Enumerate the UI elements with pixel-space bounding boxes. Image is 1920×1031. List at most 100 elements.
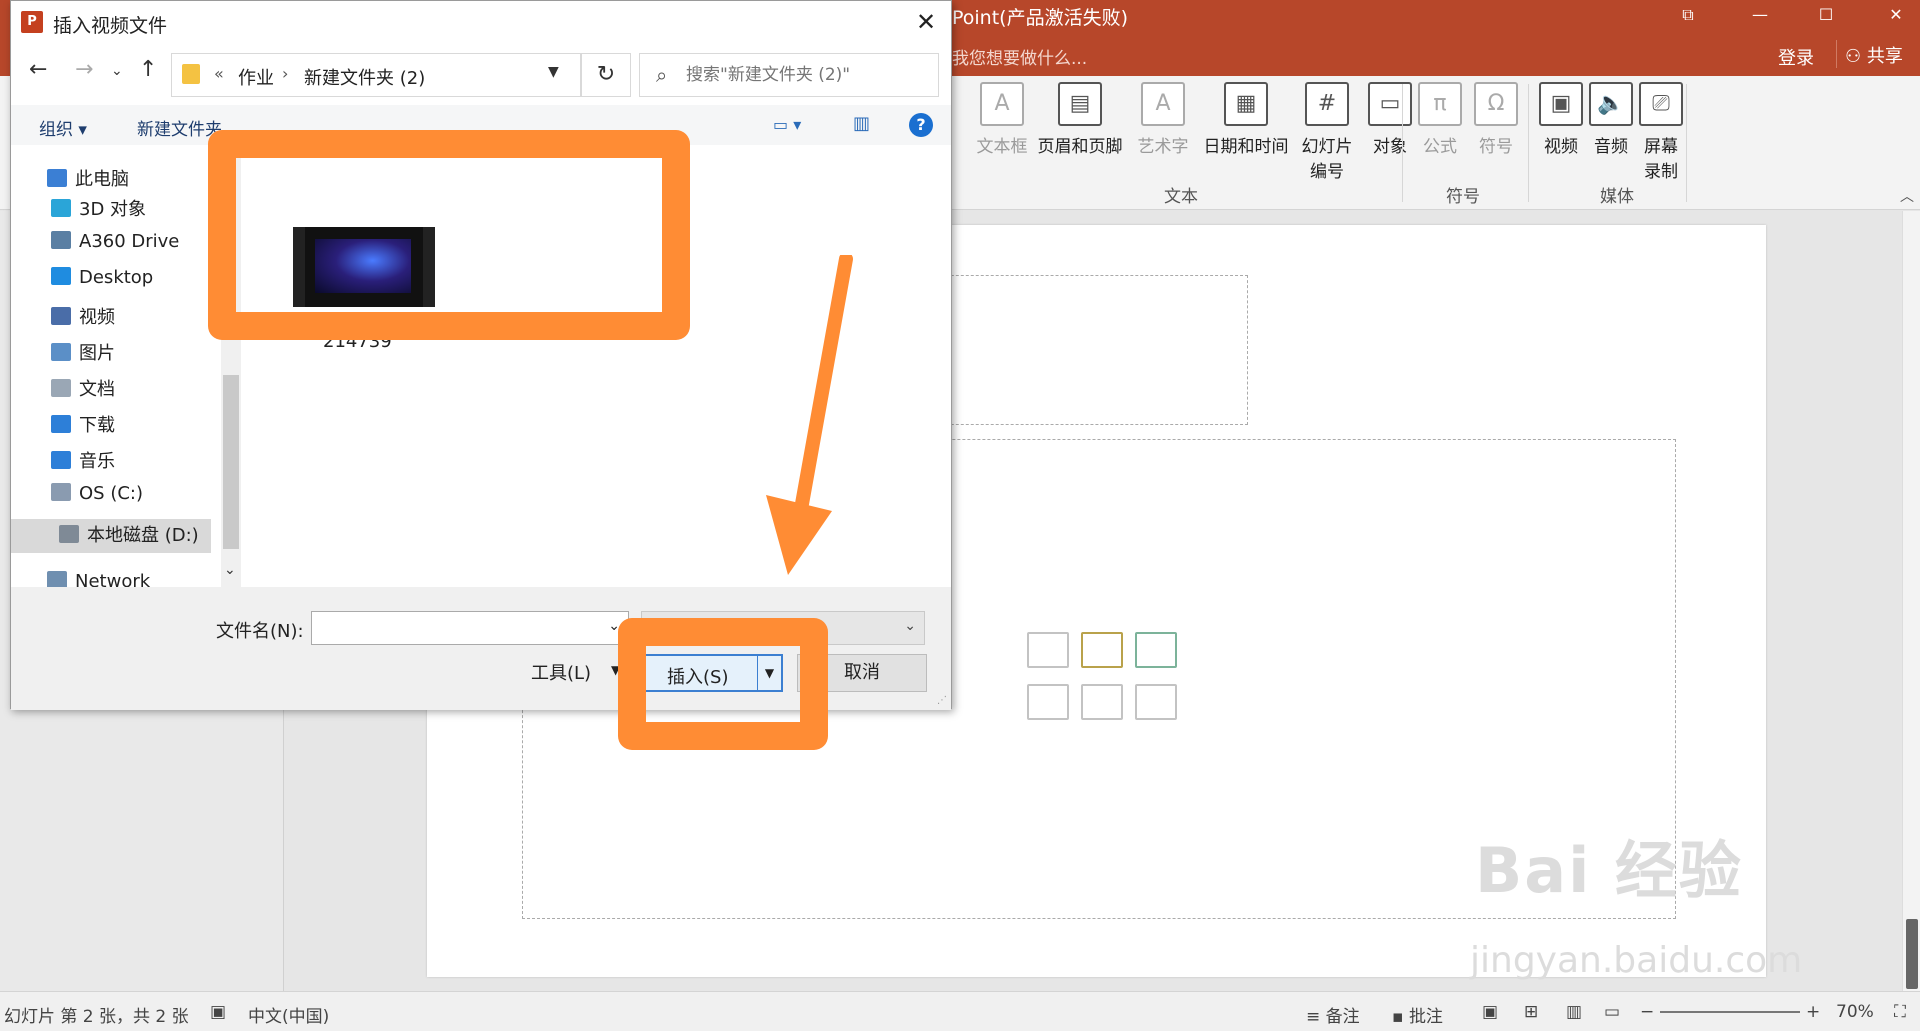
ribbon-button-icon: π <box>1418 82 1462 126</box>
minimize-button[interactable]: — <box>1740 2 1780 28</box>
close-button[interactable]: ✕ <box>1876 2 1916 28</box>
nav-item-label: 此电脑 <box>75 169 129 190</box>
recent-locations-icon[interactable]: ⌄ <box>111 63 123 79</box>
share-button[interactable]: ⚇ 共享 <box>1836 40 1911 68</box>
fit-to-window-icon[interactable]: ⛶ <box>1894 1002 1906 1022</box>
nav-tree-item[interactable]: Desktop <box>51 267 153 288</box>
breadcrumb-segment[interactable]: 新建文件夹 (2) <box>304 64 425 90</box>
annotation-highlight-file <box>208 130 690 340</box>
ribbon-group-label-symbols: 符号 <box>1446 187 1480 207</box>
back-arrow-icon[interactable]: ← <box>29 57 47 82</box>
slide-sorter-icon[interactable]: ⊞ <box>1524 1002 1538 1022</box>
insert-chart-icon[interactable] <box>1081 632 1123 668</box>
notes-button[interactable]: ≡ 备注 <box>1306 1002 1360 1027</box>
nav-tree-item[interactable]: 图片 <box>51 339 115 365</box>
tools-button[interactable]: 工具(L) <box>531 659 591 685</box>
insert-online-picture-icon[interactable] <box>1081 684 1123 720</box>
status-bar: 幻灯片 第 2 张，共 2 张 ▣ 中文(中国) ≡ 备注 ▪ 批注 ▣ ⊞ ▥… <box>0 991 1920 1031</box>
nav-item-label: Desktop <box>79 267 154 288</box>
nav-item-label: 图片 <box>79 343 115 364</box>
nav-item-icon <box>51 343 71 361</box>
ribbon-button-label: 日期和时间 <box>1203 137 1289 157</box>
tell-me-box[interactable]: 我您想要做什么... <box>952 44 1087 69</box>
address-bar[interactable]: « 作业 › 新建文件夹 (2) ▼ <box>171 53 581 97</box>
ribbon-button[interactable]: ⎚ 屏幕 录制 <box>1636 82 1686 182</box>
scroll-thumb[interactable] <box>1906 919 1918 989</box>
ribbon-button[interactable]: 🔈 音频 <box>1586 82 1636 157</box>
insert-picture-icon[interactable] <box>1027 684 1069 720</box>
nav-item-label: 视频 <box>79 307 115 328</box>
breadcrumb-segment[interactable]: 作业 <box>238 64 274 90</box>
zoom-level[interactable]: 70% <box>1836 1002 1874 1022</box>
organize-button[interactable]: 组织 ▾ <box>39 115 87 140</box>
nav-tree-item[interactable]: 此电脑 <box>47 165 129 191</box>
nav-tree-item[interactable]: A360 Drive <box>51 231 179 252</box>
dialog-title: 插入视频文件 <box>53 15 168 37</box>
ribbon-button[interactable]: ▦ 日期和时间 <box>1198 82 1294 157</box>
nav-tree-item[interactable]: 音乐 <box>51 447 115 473</box>
annotation-highlight-insert <box>618 618 828 750</box>
language-indicator[interactable]: 中文(中国) <box>248 1002 329 1027</box>
ribbon-button-icon: ▭ <box>1368 82 1412 126</box>
breadcrumb-separator-icon[interactable]: › <box>282 64 288 83</box>
nav-item-icon <box>51 307 71 325</box>
nav-item-icon <box>51 199 71 217</box>
spellcheck-icon[interactable]: ▣ <box>210 1002 226 1022</box>
nav-tree-item[interactable]: 3D 对象 <box>51 195 146 221</box>
chevron-down-icon[interactable]: ▼ <box>548 64 559 80</box>
chevron-down-icon[interactable]: ⌄ <box>224 562 236 578</box>
ribbon-button[interactable]: Ω 符号 <box>1468 82 1524 157</box>
filename-label: 文件名(N): <box>216 621 304 642</box>
ribbon-group-label-text: 文本 <box>1164 187 1198 207</box>
search-input[interactable] <box>686 54 926 96</box>
login-link[interactable]: 登录 <box>1778 44 1814 70</box>
ribbon-button[interactable]: ▤ 页眉和页脚 <box>1032 82 1128 157</box>
normal-view-icon[interactable]: ▣ <box>1482 1002 1498 1022</box>
change-view-icon[interactable]: ▭ ▾ <box>773 115 801 134</box>
ribbon-button-icon: A <box>980 82 1024 126</box>
zoom-out-icon[interactable]: − <box>1640 1002 1654 1022</box>
nav-item-label: A360 Drive <box>79 231 180 252</box>
refresh-button[interactable]: ↻ <box>581 53 631 97</box>
maximize-button[interactable]: ☐ <box>1806 2 1846 28</box>
ribbon-button[interactable]: ▣ 视频 <box>1536 82 1586 157</box>
nav-tree-item[interactable]: 下载 <box>51 411 115 437</box>
ribbon-button-label: 公式 <box>1423 137 1457 157</box>
ribbon-button[interactable]: A 艺术字 <box>1128 82 1198 157</box>
nav-item-label: 本地磁盘 (D:) <box>87 525 199 546</box>
help-button[interactable]: ? <box>909 113 933 137</box>
zoom-in-icon[interactable]: + <box>1806 1002 1820 1022</box>
ribbon-button[interactable]: ▭ 对象 <box>1360 82 1420 157</box>
nav-item-label: 3D 对象 <box>79 199 147 220</box>
powerpoint-icon: P <box>21 11 43 33</box>
ribbon-button[interactable]: # 幻灯片 编号 <box>1294 82 1360 182</box>
comments-button[interactable]: ▪ 批注 <box>1392 1002 1443 1027</box>
insert-smartart-icon[interactable] <box>1135 632 1177 668</box>
search-box[interactable]: ⌕ <box>639 53 939 97</box>
comment-icon: ▪ <box>1392 1007 1409 1027</box>
dialog-close-button[interactable]: ✕ <box>911 7 941 37</box>
ribbon-button-icon: ▦ <box>1224 82 1268 126</box>
ribbon-button[interactable]: π 公式 <box>1412 82 1468 157</box>
chevron-down-icon[interactable]: ⌄ <box>904 618 916 634</box>
reading-view-icon[interactable]: ▥ <box>1566 1002 1582 1022</box>
overflow-chevron-icon[interactable]: « <box>214 64 224 83</box>
filename-combobox[interactable]: ⌄ <box>311 611 629 645</box>
vertical-scrollbar[interactable] <box>1902 211 1920 991</box>
up-arrow-icon[interactable]: ↑ <box>139 57 157 82</box>
insert-table-icon[interactable] <box>1027 632 1069 668</box>
slideshow-icon[interactable]: ▭ <box>1604 1002 1620 1022</box>
restore-icon[interactable]: ⧉ <box>1668 2 1708 28</box>
ribbon-button[interactable]: A 文本框 <box>972 82 1032 157</box>
forward-arrow-icon[interactable]: → <box>75 57 93 82</box>
zoom-slider[interactable] <box>1660 1011 1800 1013</box>
nav-tree-item[interactable]: OS (C:) <box>51 483 143 504</box>
scroll-thumb[interactable] <box>223 375 239 549</box>
nav-tree-item[interactable]: 文档 <box>51 375 115 401</box>
insert-video-icon[interactable] <box>1135 684 1177 720</box>
resize-grip-icon[interactable]: ⋰ <box>937 695 947 706</box>
preview-pane-icon[interactable]: ▥ <box>853 113 870 134</box>
nav-tree-item[interactable]: 本地磁盘 (D:) <box>11 519 211 553</box>
nav-tree-item[interactable]: 视频 <box>51 303 115 329</box>
collapse-ribbon-icon[interactable]: ︿ <box>1900 186 1914 206</box>
